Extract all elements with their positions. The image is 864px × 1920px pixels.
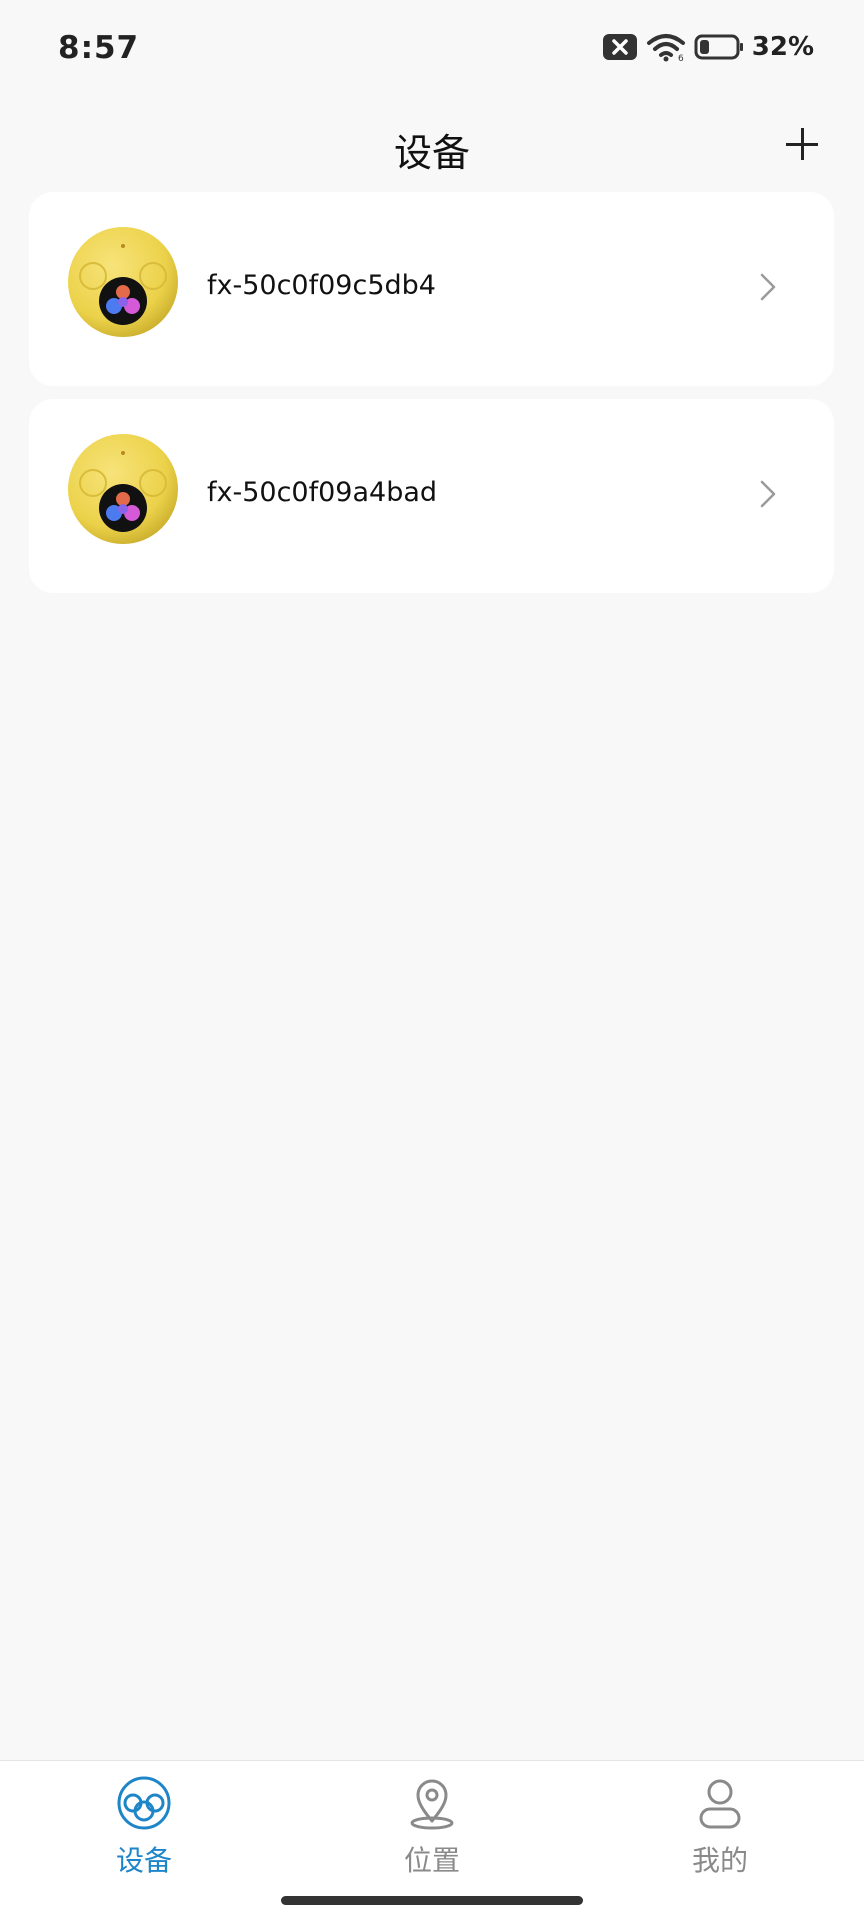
header: 设备 <box>0 110 864 180</box>
status-time: 8:57 <box>58 30 140 66</box>
device-name: fx-50c0f09c5db4 <box>207 270 436 301</box>
tab-label: 位置 <box>403 1844 460 1877</box>
device-tab-icon <box>117 1776 171 1830</box>
device-image <box>68 227 178 337</box>
device-list: fx-50c0f09c5db4 fx-50c0f09a4bad <box>29 192 834 606</box>
device-item[interactable]: fx-50c0f09c5db4 <box>29 192 834 386</box>
svg-text:6: 6 <box>678 54 684 62</box>
battery-percent: 32% <box>751 32 814 62</box>
page-title: 设备 <box>393 131 470 175</box>
tab-location[interactable]: 位置 <box>362 1775 502 1885</box>
tab-me[interactable]: 我的 <box>650 1775 790 1885</box>
device-item[interactable]: fx-50c0f09a4bad <box>29 399 834 593</box>
tab-label: 我的 <box>691 1844 748 1877</box>
status-icons: 6 32% <box>602 32 814 62</box>
tab-label: 设备 <box>115 1844 172 1877</box>
wifi-icon: 6 <box>646 34 685 62</box>
devices-screen: 8:57 6 32% 设备 fx-50c0f09c5db4 fx-50c0f09… <box>0 0 864 1920</box>
device-name: fx-50c0f09a4bad <box>207 477 438 508</box>
battery-icon <box>694 34 743 60</box>
user-icon <box>699 1779 741 1829</box>
location-pin-icon <box>410 1779 454 1830</box>
add-device-button[interactable] <box>778 120 826 168</box>
chevron-right-icon <box>760 273 776 301</box>
status-bar: 8:57 6 32% <box>0 0 864 100</box>
tab-devices[interactable]: 设备 <box>74 1775 214 1885</box>
device-image <box>68 434 178 544</box>
chevron-right-icon <box>760 480 776 508</box>
sim-off-icon <box>602 34 637 60</box>
home-indicator <box>281 1896 583 1905</box>
